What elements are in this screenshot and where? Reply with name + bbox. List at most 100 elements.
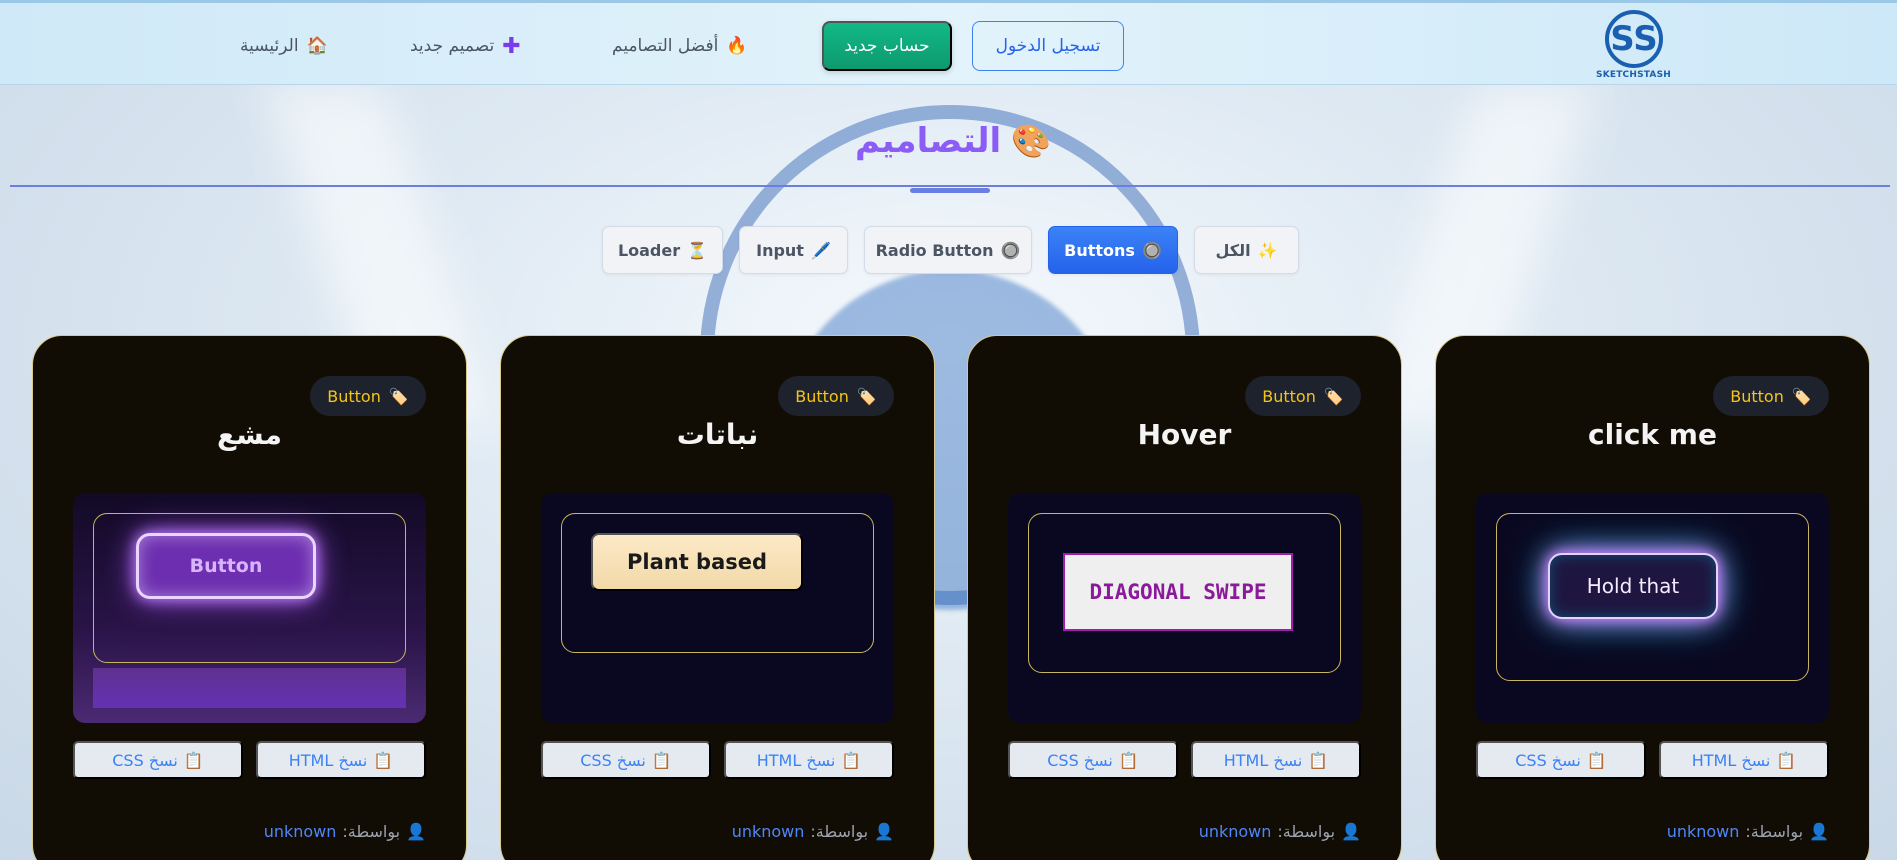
design-preview: Hold that: [1476, 493, 1829, 723]
card-author: 👤 بواسطة: unknown: [264, 822, 426, 841]
copy-css-button[interactable]: 📋 نسخ CSS: [1476, 741, 1646, 779]
author-prefix: بواسطة:: [1277, 822, 1336, 841]
palette-icon: 🎨: [1011, 122, 1052, 160]
tag-label: Button: [1730, 386, 1784, 406]
demo-plant-button[interactable]: Plant based: [591, 533, 803, 591]
login-button[interactable]: تسجيل الدخول: [972, 21, 1124, 71]
top-navbar: SS SKETCHSTASH تسجيل الدخول حساب جديد 🔥 …: [0, 0, 1897, 85]
filter-input[interactable]: Input 🖊️: [739, 226, 848, 274]
copy-css-button[interactable]: 📋 نسخ CSS: [541, 741, 711, 779]
user-icon: 👤: [874, 822, 894, 841]
nav-home[interactable]: 🏠 الرئيسية: [240, 33, 328, 59]
signup-button[interactable]: حساب جديد: [822, 21, 952, 71]
filter-radio-label: Radio Button: [875, 240, 994, 260]
nav-top-designs[interactable]: 🔥 أفضل التصاميم: [612, 33, 748, 59]
copy-css-label: نسخ CSS: [112, 750, 178, 770]
card-author: 👤 بواسطة: unknown: [1667, 822, 1829, 841]
nav-home-label: الرئيسية: [240, 36, 299, 56]
tag-icon: 🏷️: [856, 386, 877, 406]
plus-icon: ✚: [502, 33, 521, 59]
demo-glow-button[interactable]: Hold that: [1548, 553, 1718, 619]
copy-css-button[interactable]: 📋 نسخ CSS: [1008, 741, 1178, 779]
copy-html-label: نسخ HTML: [756, 750, 836, 770]
demo-neon-button[interactable]: Button: [136, 533, 316, 599]
card-author: 👤 بواسطة: unknown: [1199, 822, 1361, 841]
copy-html-label: نسخ HTML: [1691, 750, 1771, 770]
clipboard-icon: 📋: [841, 750, 862, 770]
clipboard-icon: 📋: [651, 750, 672, 770]
fire-icon: 🔥: [726, 36, 748, 56]
copy-html-button[interactable]: 📋 نسخ HTML: [1659, 741, 1829, 779]
filter-loader-label: Loader: [617, 240, 681, 260]
sparkles-icon: ✨: [1257, 240, 1278, 260]
page-title: 🎨 التصاميم: [855, 116, 1051, 166]
filter-input-label: Input: [756, 240, 804, 260]
logo-mark: SS: [1605, 10, 1663, 68]
filter-buttons-label: Buttons: [1064, 240, 1135, 260]
author-name[interactable]: unknown: [1199, 822, 1272, 841]
copy-css-button[interactable]: 📋 نسخ CSS: [73, 741, 243, 779]
copy-css-label: نسخ CSS: [1047, 750, 1113, 770]
clipboard-icon: 📋: [183, 750, 204, 770]
pen-icon: 🖊️: [810, 240, 831, 260]
nav-top-designs-label: أفضل التصاميم: [612, 36, 719, 56]
clipboard-icon: 📋: [1308, 750, 1329, 770]
clipboard-icon: 📋: [1776, 750, 1797, 770]
design-preview: DIAGONAL SWIPE: [1008, 493, 1361, 723]
author-name[interactable]: unknown: [264, 822, 337, 841]
filter-loader[interactable]: Loader ⏳: [602, 226, 723, 274]
user-icon: 👤: [1341, 822, 1361, 841]
tag-icon: 🏷️: [388, 386, 409, 406]
clipboard-icon: 📋: [1118, 750, 1139, 770]
radio-dot-icon: 🔘: [1141, 240, 1162, 260]
filter-buttons[interactable]: Buttons 🔘: [1048, 226, 1178, 274]
copy-css-label: نسخ CSS: [1515, 750, 1581, 770]
copy-css-label: نسخ CSS: [580, 750, 646, 770]
copy-html-button[interactable]: 📋 نسخ HTML: [256, 741, 426, 779]
card-title: click me: [1588, 418, 1717, 451]
user-icon: 👤: [1809, 822, 1829, 841]
design-card: Button 🏷️ مشع Button 📋 نسخ HTML 📋 نسخ CS…: [32, 335, 467, 860]
sketchstash-logo[interactable]: SS SKETCHSTASH: [1596, 8, 1671, 84]
demo-diagonal-swipe-button[interactable]: DIAGONAL SWIPE: [1063, 553, 1293, 631]
category-tag: Button 🏷️: [778, 376, 894, 416]
card-author: 👤 بواسطة: unknown: [732, 822, 894, 841]
logo-text: SKETCHSTASH: [1596, 70, 1671, 80]
filter-radio-button[interactable]: Radio Button 🔘: [864, 226, 1032, 274]
design-preview: Plant based: [541, 493, 894, 723]
nav-new-design-label: تصميم جديد: [410, 36, 495, 56]
tag-icon: 🏷️: [1323, 386, 1344, 406]
category-tag: Button 🏷️: [1245, 376, 1361, 416]
title-divider-accent: [910, 188, 990, 193]
clipboard-icon: 📋: [373, 750, 394, 770]
user-icon: 👤: [406, 822, 426, 841]
author-name[interactable]: unknown: [732, 822, 805, 841]
page-title-text: التصاميم: [855, 121, 1002, 161]
copy-html-button[interactable]: 📋 نسخ HTML: [1191, 741, 1361, 779]
clipboard-icon: 📋: [1586, 750, 1607, 770]
tag-label: Button: [327, 386, 381, 406]
glow-reflection: [93, 668, 406, 708]
nav-new-design[interactable]: ✚ تصميم جديد: [410, 33, 521, 59]
home-icon: 🏠: [306, 36, 328, 56]
card-title: مشع: [217, 418, 282, 451]
card-title: نباتات: [676, 418, 759, 451]
copy-html-button[interactable]: 📋 نسخ HTML: [724, 741, 894, 779]
category-tag: Button 🏷️: [1713, 376, 1829, 416]
design-preview: Button: [73, 493, 426, 723]
author-prefix: بواسطة:: [1745, 822, 1804, 841]
author-name[interactable]: unknown: [1667, 822, 1740, 841]
card-title: Hover: [1137, 418, 1232, 451]
tag-icon: 🏷️: [1791, 386, 1812, 406]
author-prefix: بواسطة:: [810, 822, 869, 841]
copy-html-label: نسخ HTML: [1223, 750, 1303, 770]
tag-label: Button: [795, 386, 849, 406]
design-card: Button 🏷️ نباتات Plant based 📋 نسخ HTML …: [500, 335, 935, 860]
radio-dot-icon: 🔘: [1000, 240, 1021, 260]
author-prefix: بواسطة:: [342, 822, 401, 841]
hourglass-icon: ⏳: [687, 240, 708, 260]
design-card: Button 🏷️ Hover DIAGONAL SWIPE 📋 نسخ HTM…: [967, 335, 1402, 860]
category-tag: Button 🏷️: [310, 376, 426, 416]
filter-all-label: الكل: [1215, 240, 1251, 260]
filter-all[interactable]: الكل ✨: [1194, 226, 1299, 274]
